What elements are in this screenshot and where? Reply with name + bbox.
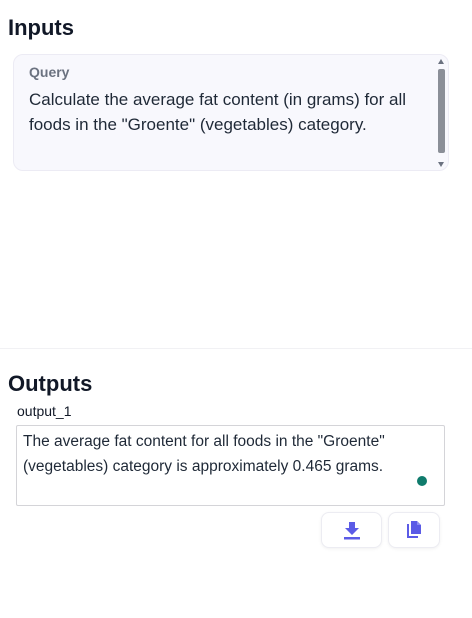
scroll-up-arrow-icon[interactable] (438, 59, 444, 64)
query-field[interactable]: Query Calculate the average fat content … (13, 54, 449, 171)
status-dot (417, 476, 427, 486)
query-label: Query (29, 64, 70, 80)
output-field[interactable]: The average fat content for all foods in… (16, 425, 445, 506)
query-scrollbar[interactable] (437, 59, 446, 167)
section-divider (0, 348, 472, 349)
inputs-heading: Inputs (8, 15, 74, 40)
query-text[interactable]: Calculate the average fat content (in gr… (29, 87, 424, 137)
scroll-thumb[interactable] (438, 69, 445, 153)
scroll-down-arrow-icon[interactable] (438, 162, 444, 167)
output-text: The average fat content for all foods in… (23, 433, 385, 475)
outputs-heading: Outputs (8, 371, 93, 396)
output-label: output_1 (17, 403, 72, 419)
copy-icon (407, 521, 421, 538)
download-button[interactable] (321, 512, 382, 548)
download-icon (343, 522, 360, 540)
copy-button[interactable] (388, 512, 440, 548)
